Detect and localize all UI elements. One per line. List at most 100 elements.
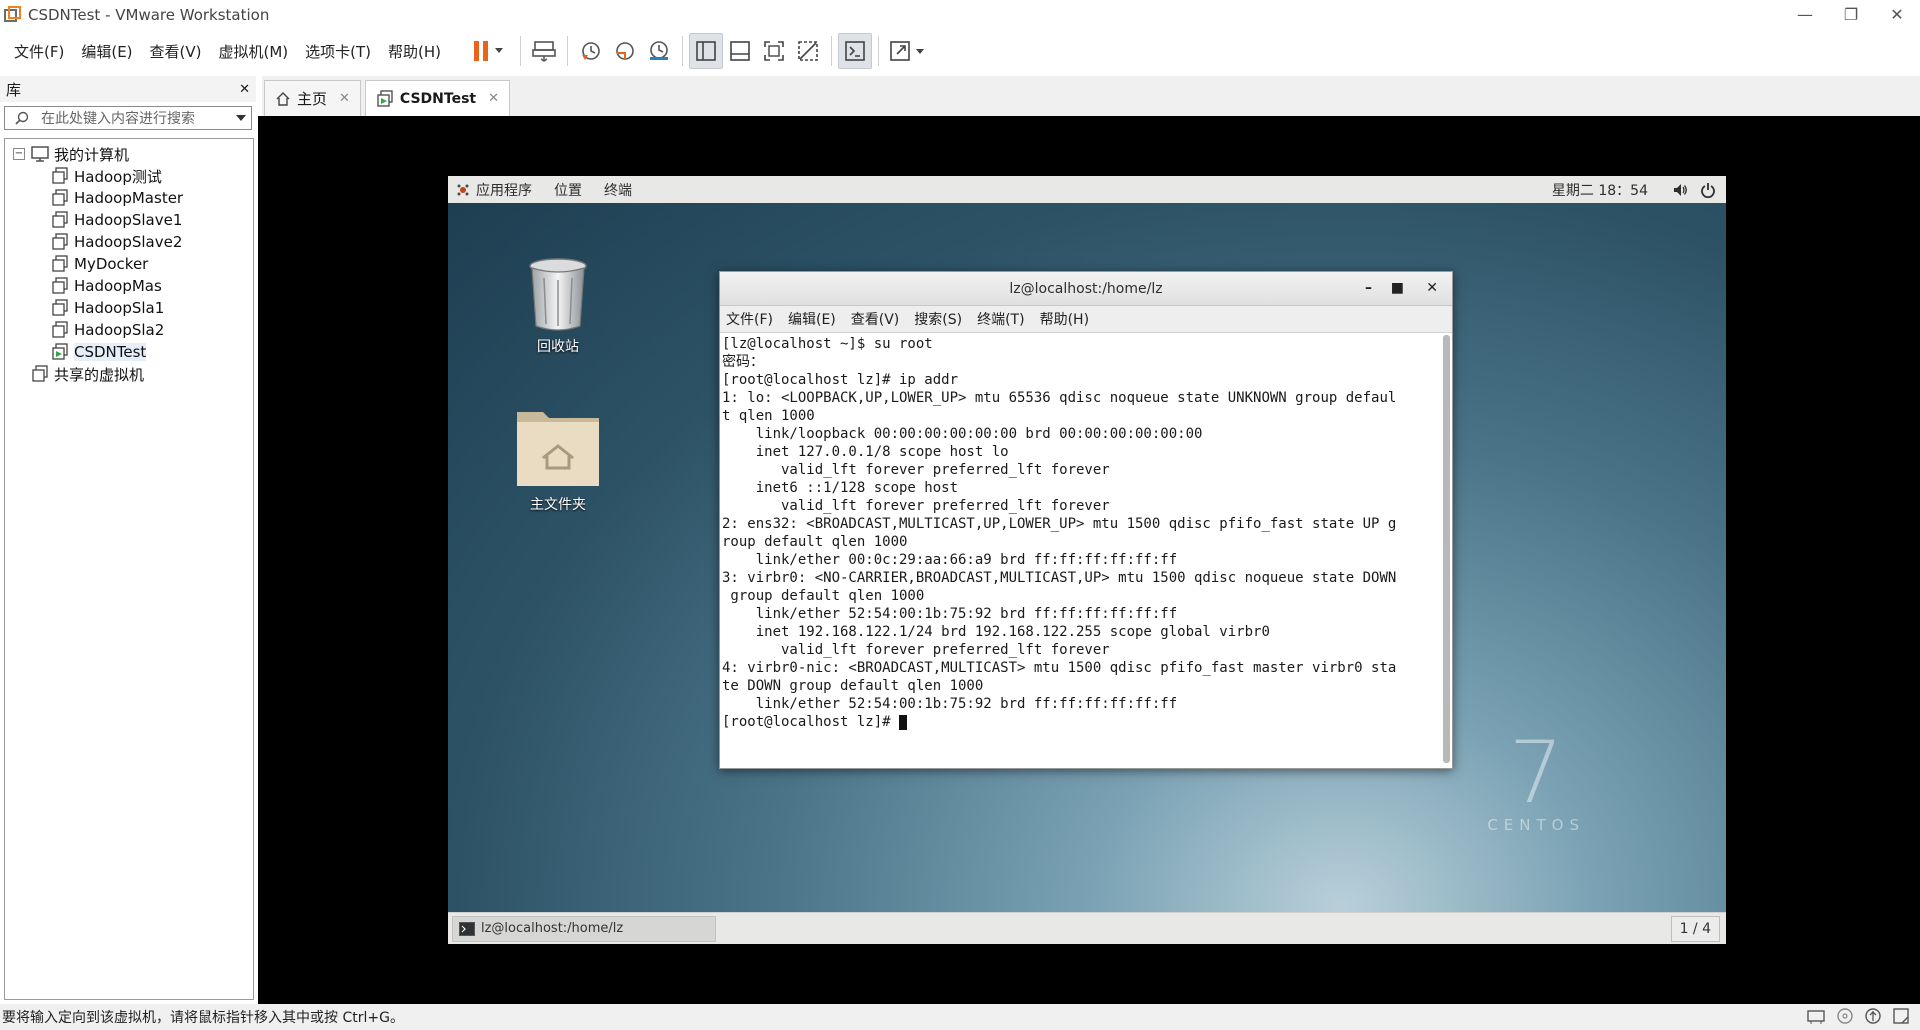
terminal-line: inet6 ::1/128 scope host (722, 480, 959, 496)
menu-toolbar: 文件(F) 编辑(E) 查看(V) 虚拟机(M) 选项卡(T) 帮助(H) (0, 29, 1920, 73)
tab-csdntest[interactable]: CSDNTest ✕ (364, 80, 510, 116)
close-button[interactable]: ✕ (1874, 0, 1920, 29)
vm-console[interactable]: 应用程序 位置 终端 星期二 18：54 回收站 主文件夹 lz@localho… (258, 116, 1920, 1004)
terminal-line: valid_lft forever preferred_lft forever (722, 498, 1110, 514)
terminal-line: 3: virbr0: <NO-CARRIER,BROADCAST,MULTICA… (722, 570, 1397, 586)
terminal-icon (459, 921, 475, 936)
menu-file[interactable]: 文件(F) (6, 29, 72, 73)
desktop-trash[interactable]: 回收站 (503, 256, 613, 356)
taskbar-terminal-label: lz@localhost:/home/lz (481, 921, 624, 936)
restore-button[interactable]: ❐ (1828, 0, 1874, 29)
terminal-menubar: 文件(F) 编辑(E) 查看(V) 搜索(S) 终端(T) 帮助(H) (720, 306, 1452, 333)
send-ctrl-alt-del-button[interactable] (527, 33, 561, 69)
stretch-button[interactable] (885, 33, 931, 69)
vm-icon (52, 299, 68, 316)
gnome-places-menu[interactable]: 位置 (554, 180, 582, 200)
terminal-line: inet 192.168.122.1/24 brd 192.168.122.25… (722, 624, 1270, 640)
terminal-prompt: [root@localhost lz]# (722, 714, 900, 730)
tree-vm-item[interactable]: HadoopSla1 (5, 297, 253, 319)
message-log-icon[interactable] (1892, 1007, 1910, 1025)
terminal-menu-help[interactable]: 帮助(H) (1040, 309, 1089, 329)
terminal-maximize-button[interactable]: ■ (1391, 280, 1404, 296)
snapshot-button[interactable] (574, 33, 608, 69)
status-bar: 要将输入定向到该虚拟机，请将鼠标指针移入其中或按 Ctrl+G。 (0, 1004, 1920, 1030)
console-view-button[interactable] (838, 33, 873, 69)
fullscreen-button[interactable] (757, 33, 791, 69)
gnome-applications-menu[interactable]: 应用程序 (476, 180, 532, 200)
unity-button[interactable] (791, 33, 825, 69)
collapse-icon[interactable]: − (13, 148, 25, 160)
computer-icon (31, 146, 49, 162)
menu-vm[interactable]: 虚拟机(M) (211, 29, 297, 73)
usb-device-icon[interactable] (1864, 1007, 1882, 1025)
vm-running-icon (52, 343, 68, 360)
menu-edit[interactable]: 编辑(E) (73, 29, 140, 73)
tab-home-close-icon[interactable]: ✕ (339, 91, 350, 106)
terminal-prompt-line[interactable]: [root@localhost lz]# (722, 713, 1442, 731)
terminal-line: group default qlen 1000 (722, 588, 925, 604)
terminal-line: link/ether 52:54:00:1b:75:92 brd ff:ff:f… (722, 696, 1178, 712)
tree-vm-item[interactable]: HadoopMas (5, 275, 253, 297)
snapshot-manager-icon (650, 41, 669, 60)
guest-desktop[interactable]: 应用程序 位置 终端 星期二 18：54 回收站 主文件夹 lz@localho… (448, 176, 1726, 944)
terminal-minimize-button[interactable]: – (1365, 280, 1372, 296)
library-view-icon (696, 41, 716, 61)
minimize-button[interactable]: — (1782, 0, 1828, 29)
tree-vm-item[interactable]: HadoopMaster (5, 187, 253, 209)
tree-vm-item[interactable]: HadoopSlave1 (5, 209, 253, 231)
menu-view[interactable]: 查看(V) (142, 29, 210, 73)
terminal-menu-view[interactable]: 查看(V) (851, 309, 900, 329)
terminal-menu-edit[interactable]: 编辑(E) (788, 309, 836, 329)
tree-vm-item[interactable]: Hadoop测试 (5, 165, 253, 187)
tree-vm-item[interactable]: MyDocker (5, 253, 253, 275)
tree-vm-label: HadoopSla1 (74, 299, 165, 317)
snapshot-manager-button[interactable] (642, 33, 676, 69)
toolbar-separator (520, 36, 522, 66)
chevron-down-icon[interactable] (234, 111, 248, 125)
library-search-input[interactable]: 在此处键入内容进行搜索 (4, 106, 252, 130)
tree-vm-item[interactable]: CSDNTest (5, 341, 253, 363)
library-view-button[interactable] (689, 33, 724, 69)
terminal-title: lz@localhost:/home/lz (1009, 280, 1163, 297)
terminal-menu-terminal[interactable]: 终端(T) (977, 309, 1024, 329)
library-close-button[interactable]: ✕ (239, 82, 250, 97)
desktop-home-folder[interactable]: 主文件夹 (503, 404, 613, 514)
taskbar-terminal-item[interactable]: lz@localhost:/home/lz (452, 915, 716, 942)
send-ctrl-alt-del-icon (532, 41, 556, 62)
thumbnail-view-button[interactable] (723, 33, 757, 69)
terminal-line: 4: virbr0-nic: <BROADCAST,MULTICAST> mtu… (722, 660, 1397, 676)
terminal-output[interactable]: [lz@localhost ~]$ su root 密码： [root@localh… (720, 333, 1442, 769)
pause-icon (474, 41, 504, 61)
tree-root-label: 我的计算机 (54, 145, 130, 164)
terminal-titlebar[interactable]: lz@localhost:/home/lz – ■ ✕ (720, 272, 1452, 306)
trash-icon (529, 258, 587, 331)
tab-home[interactable]: 主页 ✕ (264, 80, 361, 116)
tree-vm-item[interactable]: HadoopSlave2 (5, 231, 253, 253)
terminal-close-button[interactable]: ✕ (1426, 280, 1438, 296)
power-icon[interactable] (1700, 182, 1716, 198)
terminal-menu-search[interactable]: 搜索(S) (914, 309, 962, 329)
volume-icon[interactable] (1672, 182, 1688, 198)
tree-root-my-computer[interactable]: − 我的计算机 (5, 143, 253, 165)
revert-snapshot-button[interactable] (608, 33, 642, 69)
terminal-line: valid_lft forever preferred_lft forever (722, 642, 1110, 658)
terminal-scrollbar[interactable] (1443, 335, 1450, 763)
library-tree: − 我的计算机 Hadoop测试 HadoopMaster HadoopSlave1… (4, 138, 254, 1000)
tree-vm-item[interactable]: HadoopSla2 (5, 319, 253, 341)
centos-version-number: 7 (1508, 723, 1564, 823)
network-adapter-icon[interactable] (1806, 1007, 1826, 1025)
cd-dvd-icon[interactable] (1836, 1007, 1854, 1025)
menu-tabs[interactable]: 选项卡(T) (297, 29, 379, 73)
gnome-terminal-menu[interactable]: 终端 (604, 180, 632, 200)
pause-button[interactable] (464, 33, 514, 69)
terminal-window[interactable]: lz@localhost:/home/lz – ■ ✕ 文件(F) 编辑(E) … (719, 271, 1453, 769)
terminal-line: 密码： (722, 354, 764, 370)
menu-help[interactable]: 帮助(H) (380, 29, 449, 73)
workspace-indicator[interactable]: 1 / 4 (1670, 916, 1720, 942)
tree-vm-label: HadoopMaster (74, 189, 184, 207)
device-status-icons (1806, 1007, 1910, 1025)
gnome-clock[interactable]: 星期二 18：54 (1552, 180, 1648, 200)
tree-shared-vms[interactable]: 共享的虚拟机 (5, 363, 253, 385)
terminal-menu-file[interactable]: 文件(F) (726, 309, 773, 329)
tab-csdntest-close-icon[interactable]: ✕ (488, 91, 499, 106)
